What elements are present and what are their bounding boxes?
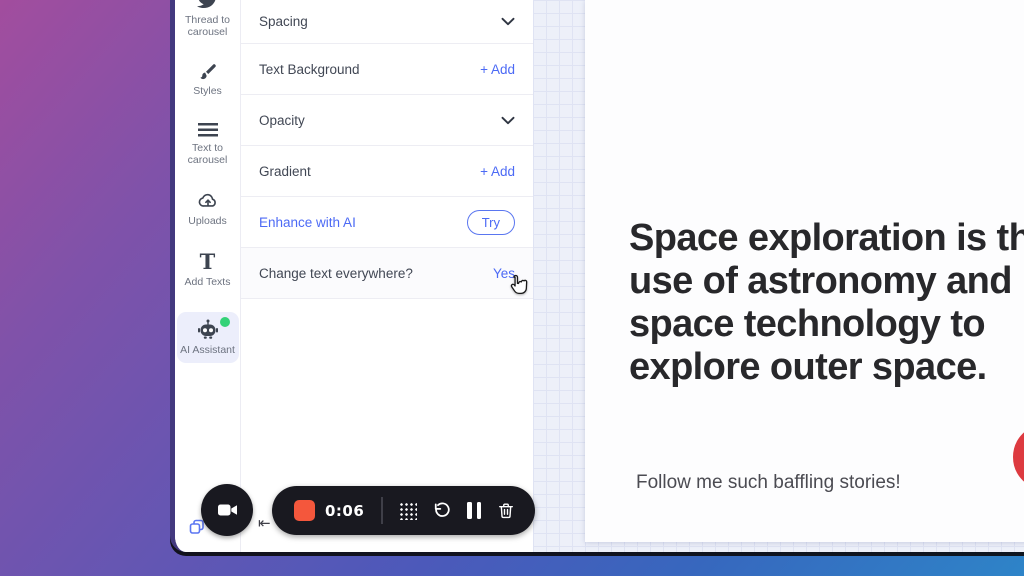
chevron-down-icon[interactable] — [501, 116, 515, 125]
camera-button[interactable] — [201, 484, 253, 536]
sidebar-item-label: Add Texts — [185, 276, 231, 288]
sidebar-item-ai-assistant[interactable]: AI Assistant — [177, 312, 239, 362]
text-lines-icon — [198, 123, 218, 139]
restart-recording-button[interactable] — [432, 501, 452, 521]
add-gradient-button[interactable]: + Add — [480, 164, 515, 179]
row-opacity[interactable]: Opacity — [241, 95, 533, 146]
app-window: Thread to carousel Styles Text to carous… — [170, 0, 1024, 552]
drag-dots-icon[interactable] — [398, 501, 417, 520]
sidebar-item-uploads[interactable]: Uploads — [177, 190, 239, 227]
row-label: Opacity — [259, 113, 305, 128]
sidebar-item-label: Styles — [193, 85, 222, 97]
sidebar-item-label: Thread to carousel — [177, 14, 239, 38]
sidebar-item-label: Uploads — [188, 215, 227, 227]
trash-icon — [496, 501, 516, 521]
robot-icon — [196, 319, 220, 341]
red-ring-graphic[interactable] — [1013, 424, 1024, 490]
row-gradient: Gradient + Add — [241, 146, 533, 197]
stop-record-button[interactable] — [294, 500, 315, 521]
chevron-down-icon[interactable] — [501, 17, 515, 26]
pause-icon — [467, 502, 481, 519]
add-text-background-button[interactable]: + Add — [480, 62, 515, 77]
row-change-text-everywhere: Change text everywhere? Yes — [241, 248, 533, 299]
sidebar-item-label: Text to carousel — [177, 142, 239, 166]
slide-caption-text[interactable]: Follow me such baffling stories! — [636, 472, 901, 494]
row-label: Enhance with AI — [259, 215, 356, 230]
row-enhance-with-ai: Enhance with AI Try — [241, 197, 533, 248]
online-status-dot — [220, 317, 230, 327]
sidebar-item-thread-to-carousel[interactable]: Thread to carousel — [177, 0, 239, 38]
sidebar-item-label: AI Assistant — [180, 344, 235, 356]
row-label: Spacing — [259, 14, 308, 29]
duplicate-pages-icon[interactable] — [189, 519, 205, 538]
cloud-upload-icon — [196, 190, 220, 212]
carousel-slide[interactable]: Space exploration is the use of astronom… — [585, 0, 1024, 542]
row-label: Change text everywhere? — [259, 266, 413, 281]
slide-headline-text[interactable]: Space exploration is the use of astronom… — [629, 217, 1024, 389]
yes-button[interactable]: Yes — [493, 266, 515, 281]
delete-recording-button[interactable] — [496, 501, 516, 521]
recording-timer: 0:06 — [325, 502, 364, 520]
paintbrush-icon — [198, 62, 218, 82]
bird-icon — [196, 0, 219, 11]
settings-panel: Spacing Text Background + Add Opacity Gr… — [241, 0, 533, 552]
toolbar-divider — [381, 497, 383, 524]
row-label: Text Background — [259, 62, 360, 77]
canvas-workspace: Space exploration is the use of astronom… — [533, 0, 1024, 552]
go-to-start-icon[interactable]: ⇤ — [258, 514, 271, 532]
row-label: Gradient — [259, 164, 311, 179]
sidebar: Thread to carousel Styles Text to carous… — [175, 0, 241, 552]
row-text-background: Text Background + Add — [241, 44, 533, 95]
recording-toolbar: 0:06 — [272, 486, 535, 535]
pause-recording-button[interactable] — [467, 502, 481, 519]
try-ai-button[interactable]: Try — [467, 210, 515, 235]
sidebar-item-text-to-carousel[interactable]: Text to carousel — [177, 121, 239, 166]
sidebar-item-styles[interactable]: Styles — [177, 62, 239, 97]
sidebar-item-add-texts[interactable]: T Add Texts — [177, 251, 239, 288]
video-camera-icon — [215, 499, 240, 521]
row-spacing[interactable]: Spacing — [241, 0, 533, 44]
restart-icon — [432, 501, 452, 521]
text-T-icon: T — [200, 251, 216, 273]
